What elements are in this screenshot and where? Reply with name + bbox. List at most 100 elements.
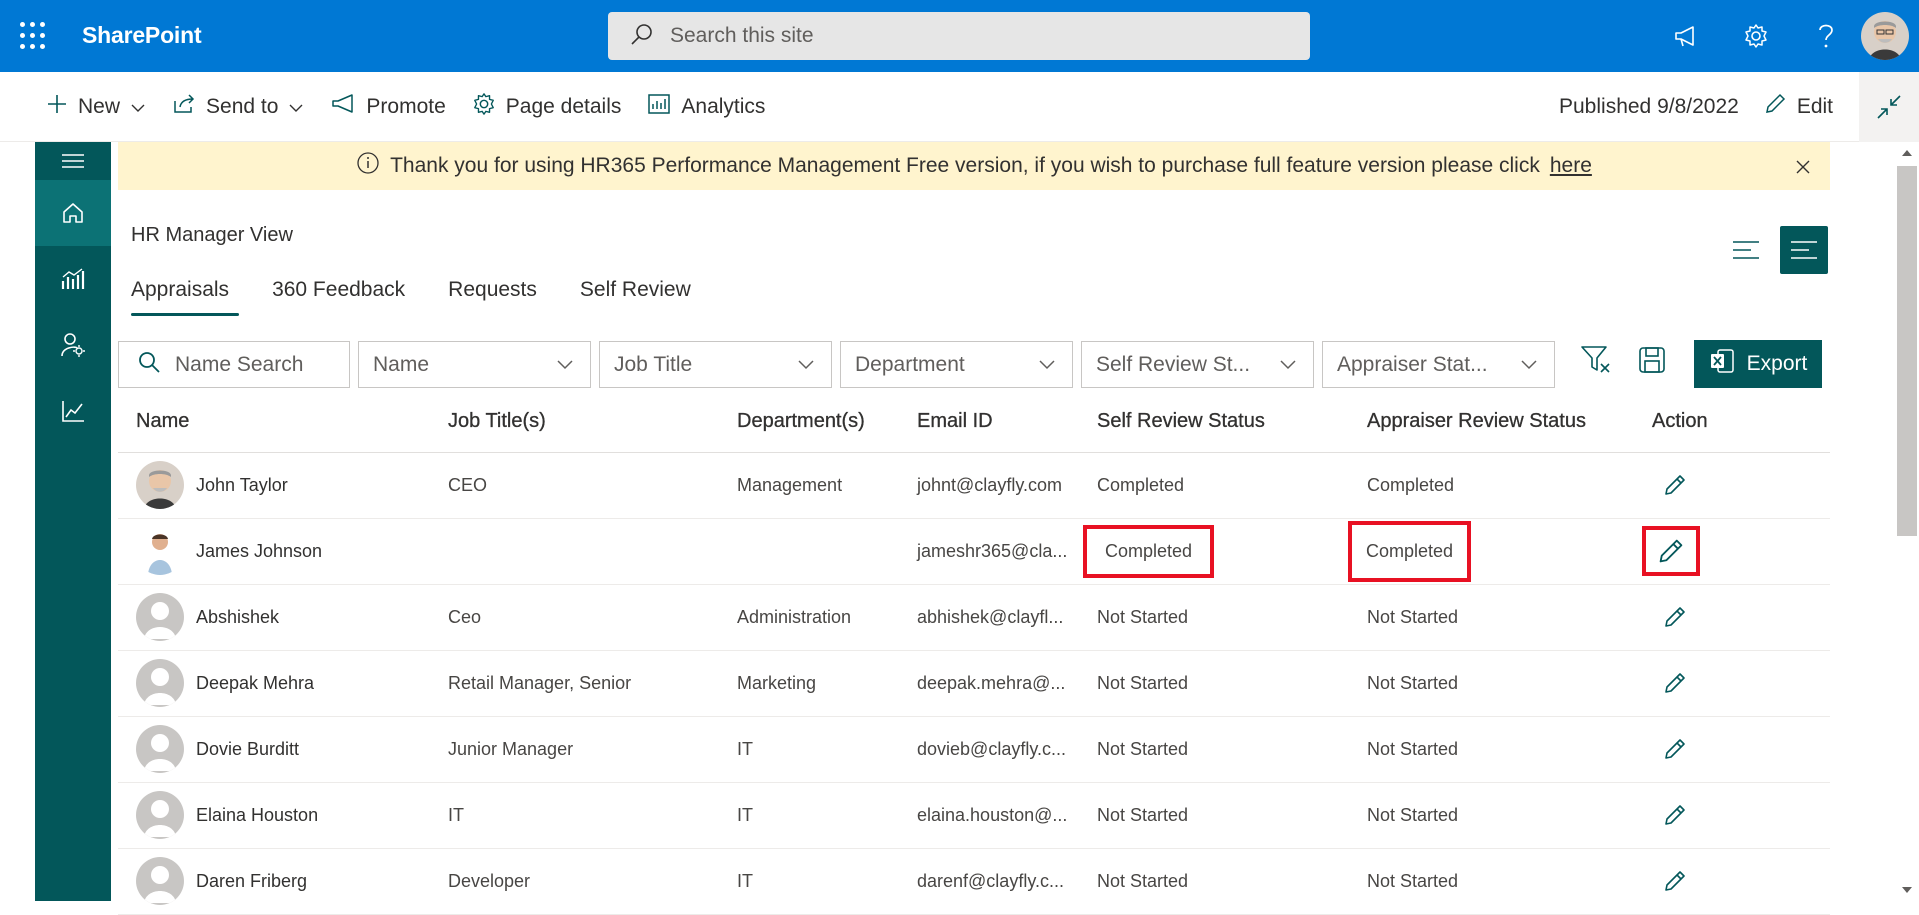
column-header-action: Action — [1634, 392, 1830, 453]
job-title-dropdown[interactable]: Job Title — [599, 341, 832, 388]
left-navigation — [35, 142, 111, 901]
column-header-self-review[interactable]: Self Review Status — [1079, 392, 1349, 453]
self-review-status-cell: Not Started — [1079, 848, 1349, 915]
site-search-box[interactable]: Search this site — [608, 12, 1310, 60]
appraiser-status-dropdown[interactable]: Appraiser Stat... — [1322, 341, 1555, 388]
collapse-icon[interactable] — [1859, 72, 1919, 142]
email-cell: jameshr365@cla... — [899, 518, 1079, 585]
self-review-status-dropdown[interactable]: Self Review St... — [1081, 341, 1314, 388]
column-header-job-title[interactable]: Job Title(s) — [430, 392, 719, 453]
page-details-button[interactable]: Page details — [472, 92, 621, 122]
column-header-name[interactable]: Name — [118, 392, 430, 453]
self-review-status-cell: Not Started — [1079, 584, 1349, 651]
edit-pencil-icon[interactable] — [1652, 796, 1698, 834]
employee-name[interactable]: Elaina Houston — [196, 805, 318, 826]
tab-360-feedback[interactable]: 360 Feedback — [272, 278, 405, 316]
job-title-dropdown-label: Job Title — [614, 352, 693, 376]
analytics-button[interactable]: Analytics — [647, 93, 765, 121]
banner-link[interactable]: here — [1550, 154, 1592, 178]
name-dropdown[interactable]: Name — [358, 341, 591, 388]
chevron-down-icon — [130, 95, 146, 119]
edit-pencil-icon[interactable] — [1652, 664, 1698, 702]
department-cell: IT — [719, 716, 899, 783]
edit-pencil-icon[interactable] — [1652, 730, 1698, 768]
employee-name[interactable]: Deepak Mehra — [196, 673, 314, 694]
trend-chart-icon[interactable] — [35, 378, 111, 444]
department-cell — [719, 518, 899, 585]
employee-name[interactable]: Daren Friberg — [196, 871, 307, 892]
appraiser-status-cell: Not Started — [1349, 782, 1634, 849]
chevron-down-icon — [1038, 355, 1056, 379]
table-row[interactable]: James Johnson jameshr365@cla... Complete… — [118, 518, 1830, 585]
brand-name[interactable]: SharePoint — [82, 22, 202, 49]
megaphone-icon[interactable] — [1651, 0, 1721, 72]
export-label: Export — [1746, 352, 1808, 375]
column-header-department[interactable]: Department(s) — [719, 392, 899, 453]
promote-label: Promote — [366, 94, 446, 118]
avatar — [136, 593, 184, 641]
table-row[interactable]: Deepak Mehra Retail Manager, Senior Mark… — [118, 650, 1830, 717]
edit-pencil-icon[interactable] — [1642, 526, 1700, 576]
employee-name[interactable]: Abshishek — [196, 607, 279, 628]
tab-requests[interactable]: Requests — [448, 278, 537, 316]
email-cell: dovieb@clayfly.c... — [899, 716, 1079, 783]
edit-label: Edit — [1796, 95, 1833, 118]
clear-filter-icon[interactable] — [1580, 345, 1612, 380]
export-button[interactable]: Export — [1694, 340, 1822, 388]
appraiser-dropdown-label: Appraiser Stat... — [1337, 352, 1488, 376]
tab-appraisals[interactable]: Appraisals — [131, 278, 240, 316]
table-row[interactable]: Elaina Houston IT IT elaina.houston@... … — [118, 782, 1830, 849]
column-header-email[interactable]: Email ID — [899, 392, 1079, 453]
app-launcher-icon[interactable] — [20, 22, 48, 50]
table-row[interactable]: Dovie Burditt Junior Manager IT dovieb@c… — [118, 716, 1830, 783]
view-title: HR Manager View — [131, 224, 293, 246]
column-header-appraiser-review[interactable]: Appraiser Review Status — [1349, 392, 1634, 453]
scrollbar-thumb[interactable] — [1897, 166, 1917, 536]
filter-bar: Name Search Name Job Title Department Se… — [118, 341, 1555, 388]
edit-pencil-icon[interactable] — [1652, 598, 1698, 636]
help-icon[interactable] — [1791, 0, 1861, 72]
user-settings-icon[interactable] — [35, 312, 111, 378]
edit-pencil-icon[interactable] — [1652, 466, 1698, 504]
close-icon[interactable] — [1796, 154, 1810, 180]
appraiser-status-cell: Not Started — [1349, 848, 1634, 915]
self-review-status-cell: Not Started — [1079, 716, 1349, 783]
gear-icon[interactable] — [1721, 0, 1791, 72]
job-title-cell: CEO — [430, 452, 719, 519]
table-row[interactable]: Daren Friberg Developer IT darenf@clayfl… — [118, 848, 1830, 915]
avatar — [136, 659, 184, 707]
list-view-icon[interactable] — [1780, 226, 1828, 274]
promote-button[interactable]: Promote — [330, 93, 446, 121]
self-review-dropdown-label: Self Review St... — [1096, 352, 1251, 376]
user-avatar[interactable] — [1861, 12, 1909, 60]
save-icon[interactable] — [1638, 346, 1666, 379]
table-row[interactable]: Abshishek Ceo Administration abhishek@cl… — [118, 584, 1830, 651]
job-title-cell: Retail Manager, Senior — [430, 650, 719, 717]
avatar — [136, 725, 184, 773]
reports-icon[interactable] — [35, 246, 111, 312]
chevron-down-icon — [797, 355, 815, 379]
edit-button[interactable]: Edit — [1763, 92, 1833, 122]
name-search-input[interactable]: Name Search — [118, 341, 350, 388]
send-to-label: Send to — [206, 94, 279, 118]
new-button[interactable]: New — [46, 93, 146, 121]
employee-name[interactable]: Dovie Burditt — [196, 739, 299, 760]
employee-name[interactable]: James Johnson — [196, 541, 322, 562]
compact-view-icon[interactable] — [1722, 226, 1770, 274]
avatar — [136, 527, 184, 575]
pencil-icon — [1763, 92, 1787, 122]
employee-name[interactable]: John Taylor — [196, 475, 288, 496]
self-review-status-cell: Completed — [1082, 524, 1215, 578]
self-review-status-cell: Not Started — [1079, 782, 1349, 849]
appraiser-status-cell: Completed — [1349, 452, 1634, 519]
megaphone-icon — [330, 93, 356, 121]
search-placeholder: Search this site — [670, 24, 814, 47]
hamburger-icon[interactable] — [35, 142, 111, 180]
license-banner: Thank you for using HR365 Performance Ma… — [118, 142, 1830, 190]
tab-self-review[interactable]: Self Review — [580, 278, 691, 316]
edit-pencil-icon[interactable] — [1652, 862, 1698, 900]
table-row[interactable]: John Taylor CEO Management johnt@clayfly… — [118, 452, 1830, 519]
department-dropdown[interactable]: Department — [840, 341, 1073, 388]
home-icon[interactable] — [35, 180, 111, 246]
send-to-button[interactable]: Send to — [172, 93, 304, 121]
